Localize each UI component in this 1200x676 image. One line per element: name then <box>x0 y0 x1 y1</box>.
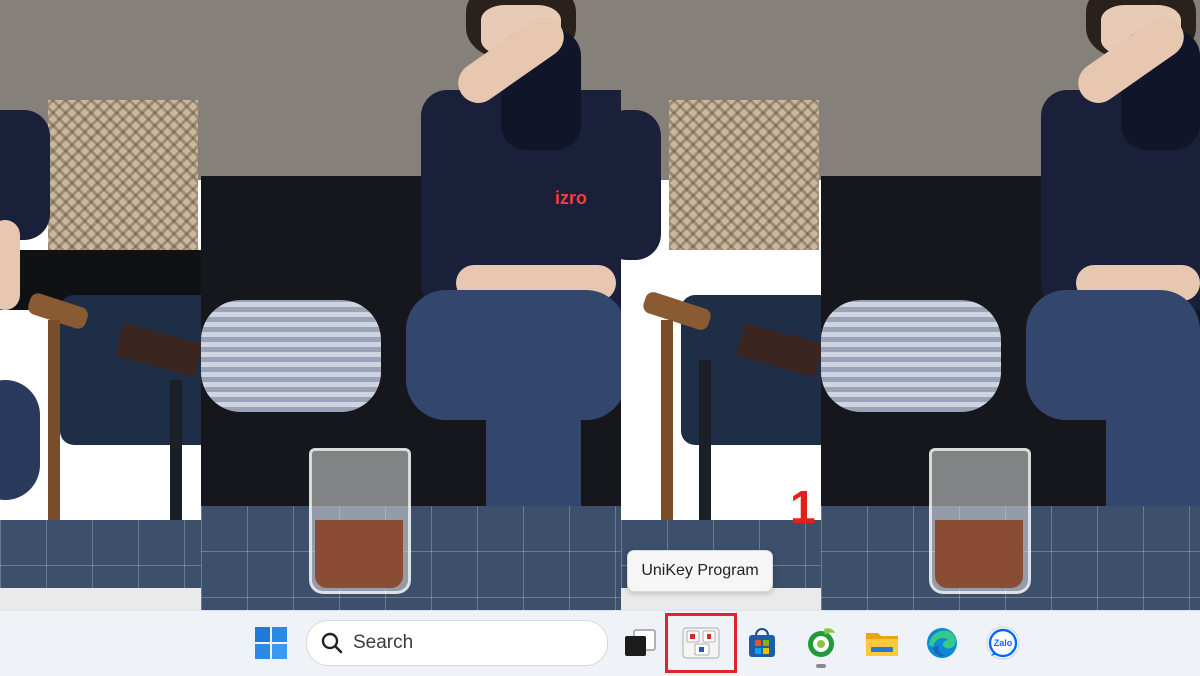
search-label: Search <box>353 632 414 653</box>
wallpaper-tile-right <box>821 0 1200 610</box>
store-button[interactable] <box>740 617 784 669</box>
tooltip-text: UniKey Program <box>641 562 759 579</box>
unikey-highlight-box <box>665 613 737 673</box>
taskbar-search-box[interactable]: Search <box>306 620 608 666</box>
task-view-icon <box>625 629 656 656</box>
desktop-wallpaper: izro <box>0 0 1200 610</box>
wallpaper-tile-center: izro <box>201 0 621 610</box>
store-icon <box>749 628 775 657</box>
task-view-button[interactable] <box>616 617 664 669</box>
file-explorer-button[interactable] <box>858 617 906 669</box>
zalo-icon: Zalo <box>986 626 1020 660</box>
coccoc-browser-icon <box>808 628 835 657</box>
start-button[interactable] <box>246 617 296 669</box>
windows-start-icon <box>255 627 287 659</box>
unikey-tooltip: UniKey Program <box>627 550 773 592</box>
coccoc-button[interactable] <box>798 617 844 669</box>
shirt-logo: izro <box>555 188 588 208</box>
zalo-logo-text: Zalo <box>994 638 1013 648</box>
zalo-button[interactable]: Zalo <box>978 617 1028 669</box>
wallpaper-tile-left <box>0 0 201 610</box>
edge-icon <box>927 628 957 658</box>
folder-icon <box>866 633 898 656</box>
step-number-annotation: 1 <box>790 481 816 533</box>
running-indicator <box>816 664 826 668</box>
search-icon <box>321 632 343 654</box>
edge-button[interactable] <box>918 617 966 669</box>
